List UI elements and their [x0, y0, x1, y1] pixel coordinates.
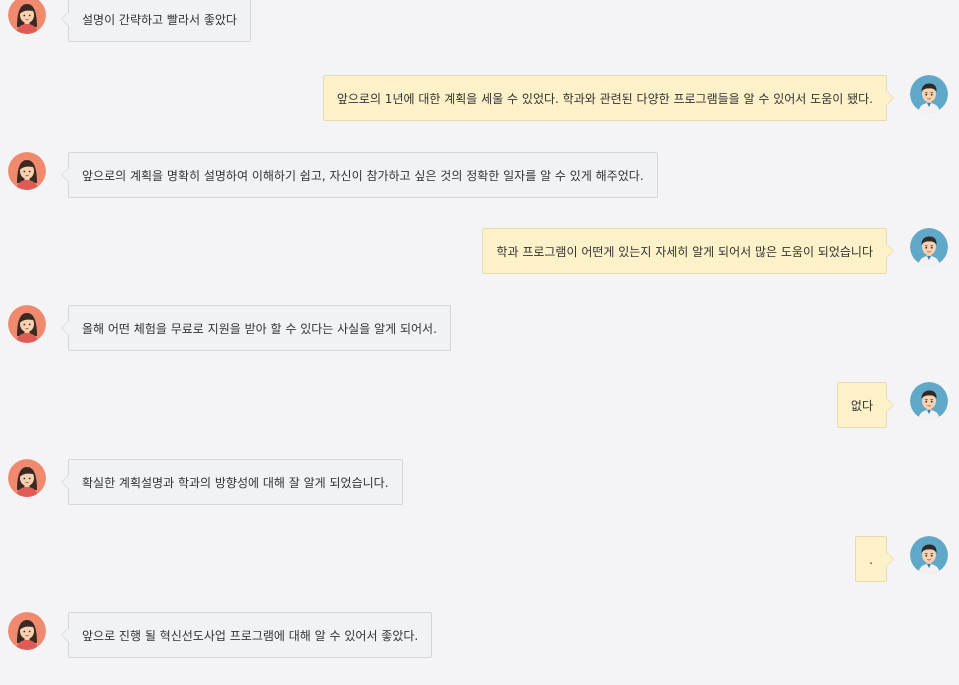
- message-bubble: 없다: [836, 382, 895, 428]
- male-avatar-icon: [910, 228, 948, 266]
- female-avatar-icon: [8, 459, 46, 497]
- message-bubble: .: [855, 536, 894, 582]
- chat-message-row: 앞으로의 1년에 대한 계획을 세울 수 있었다. 학과와 관련된 다양한 프로…: [0, 75, 959, 125]
- message-bubble: 올해 어떤 체험을 무료로 지원을 받아 할 수 있다는 사실을 알게 되어서.: [61, 305, 451, 351]
- chat-message-row: 앞으로 진행 될 혁신선도사업 프로그램에 대해 알 수 있어서 좋았다.: [0, 612, 959, 662]
- chat-message-row: 설명이 간략하고 빨라서 좋았다: [0, 0, 959, 46]
- chat-message-row: 앞으로의 계획을 명확히 설명하여 이해하기 쉽고, 자신이 참가하고 싶은 것…: [0, 152, 959, 202]
- chat-message-row: 없다: [0, 382, 959, 432]
- message-bubble: 앞으로 진행 될 혁신선도사업 프로그램에 대해 알 수 있어서 좋았다.: [60, 612, 433, 658]
- female-avatar-icon: [8, 0, 46, 34]
- chat-thread: 설명이 간략하고 빨라서 좋았다 앞으로의 1년에 대한 계획을 세울 수 있었…: [0, 0, 959, 685]
- male-avatar-icon: [910, 382, 948, 420]
- male-avatar-icon: [910, 75, 948, 113]
- message-bubble: 앞으로의 계획을 명확히 설명하여 이해하기 쉽고, 자신이 참가하고 싶은 것…: [61, 152, 658, 198]
- male-avatar-icon: [910, 536, 948, 574]
- chat-message-row: 학과 프로그램이 어떤게 있는지 자세히 알게 되어서 많은 도움이 되었습니다: [0, 228, 959, 278]
- female-avatar-icon: [8, 305, 46, 343]
- message-bubble: 확실한 계획설명과 학과의 방향성에 대해 잘 알게 되었습니다.: [61, 459, 403, 505]
- female-avatar-icon: [8, 612, 46, 650]
- message-bubble: 설명이 간략하고 빨라서 좋았다: [61, 0, 251, 42]
- message-bubble: 앞으로의 1년에 대한 계획을 세울 수 있었다. 학과와 관련된 다양한 프로…: [322, 75, 895, 121]
- female-avatar-icon: [8, 152, 46, 190]
- message-bubble: 학과 프로그램이 어떤게 있는지 자세히 알게 되어서 많은 도움이 되었습니다: [482, 228, 894, 274]
- chat-message-row: .: [0, 536, 959, 586]
- chat-message-row: 확실한 계획설명과 학과의 방향성에 대해 잘 알게 되었습니다.: [0, 459, 959, 509]
- chat-message-row: 올해 어떤 체험을 무료로 지원을 받아 할 수 있다는 사실을 알게 되어서.: [0, 305, 959, 355]
